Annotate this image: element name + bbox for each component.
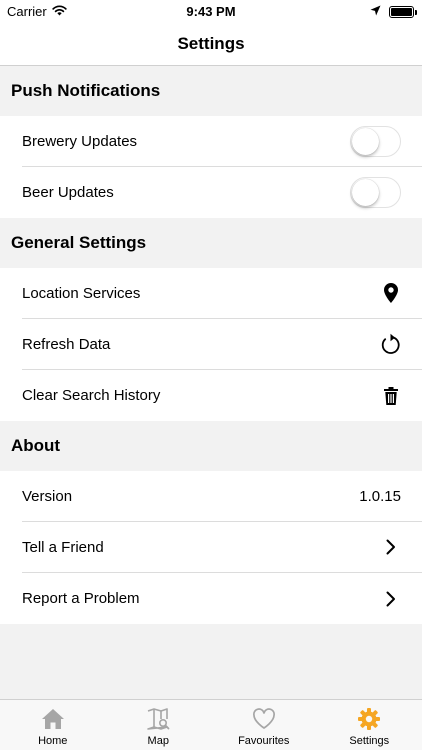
row-label: Report a Problem xyxy=(22,590,140,607)
section-push-notifications: Brewery Updates Beer Updates xyxy=(0,116,422,218)
row-beer-updates: Beer Updates xyxy=(22,167,422,218)
refresh-icon xyxy=(381,333,401,355)
section-header-about: About xyxy=(0,421,422,471)
navigation-bar: Settings xyxy=(0,22,422,66)
location-pin-icon xyxy=(381,282,401,304)
tab-label: Favourites xyxy=(238,735,290,747)
row-location-services[interactable]: Location Services xyxy=(22,268,422,319)
tab-home[interactable]: Home xyxy=(0,700,106,750)
row-tell-a-friend[interactable]: Tell a Friend xyxy=(22,522,422,573)
row-label: Clear Search History xyxy=(22,387,161,404)
row-refresh-data[interactable]: Refresh Data xyxy=(22,319,422,370)
location-arrow-icon xyxy=(370,4,381,19)
row-label: Version xyxy=(22,487,73,505)
gear-icon xyxy=(357,707,381,731)
heart-icon xyxy=(252,707,276,731)
trash-icon xyxy=(381,385,401,407)
row-brewery-updates: Brewery Updates xyxy=(22,116,422,167)
row-label: Beer Updates xyxy=(22,184,114,201)
tab-settings[interactable]: Settings xyxy=(317,700,422,750)
settings-list: Push Notifications Brewery Updates Beer … xyxy=(0,66,422,624)
status-time: 9:43 PM xyxy=(186,4,236,19)
row-version: Version 1.0.15 xyxy=(22,471,422,522)
tab-map[interactable]: Map xyxy=(106,700,212,750)
section-general-settings: Location Services Refresh Data Clear Sea… xyxy=(0,268,422,421)
section-header-push-notifications: Push Notifications xyxy=(0,66,422,116)
chevron-right-icon xyxy=(381,536,401,558)
home-icon xyxy=(41,707,65,731)
section-about: Version 1.0.15 Tell a Friend Report a Pr… xyxy=(0,471,422,624)
map-icon xyxy=(146,707,170,731)
tab-label: Map xyxy=(147,735,169,747)
chevron-right-icon xyxy=(381,588,401,610)
row-label: Brewery Updates xyxy=(22,132,138,150)
row-label: Refresh Data xyxy=(22,335,111,353)
row-clear-search-history[interactable]: Clear Search History xyxy=(22,370,422,421)
version-value: 1.0.15 xyxy=(359,487,401,505)
toggle-knob xyxy=(352,127,379,155)
tab-bar: Home Map Favourites Settings xyxy=(0,699,422,750)
row-label: Location Services xyxy=(22,284,141,302)
status-right xyxy=(370,4,417,19)
settings-screen: Carrier 9:43 PM Settings Push Notificati… xyxy=(0,0,422,750)
tab-favourites[interactable]: Favourites xyxy=(211,700,317,750)
status-bar: Carrier 9:43 PM xyxy=(0,0,422,22)
brewery-updates-toggle[interactable] xyxy=(350,125,401,157)
row-report-a-problem[interactable]: Report a Problem xyxy=(22,573,422,624)
row-label: Tell a Friend xyxy=(22,538,104,556)
battery-icon xyxy=(389,5,417,18)
toggle-knob xyxy=(352,179,379,206)
tab-label: Home xyxy=(38,735,68,747)
page-title: Settings xyxy=(177,33,245,53)
tab-label: Settings xyxy=(349,735,390,747)
section-header-general-settings: General Settings xyxy=(0,218,422,268)
beer-updates-toggle[interactable] xyxy=(350,177,401,208)
